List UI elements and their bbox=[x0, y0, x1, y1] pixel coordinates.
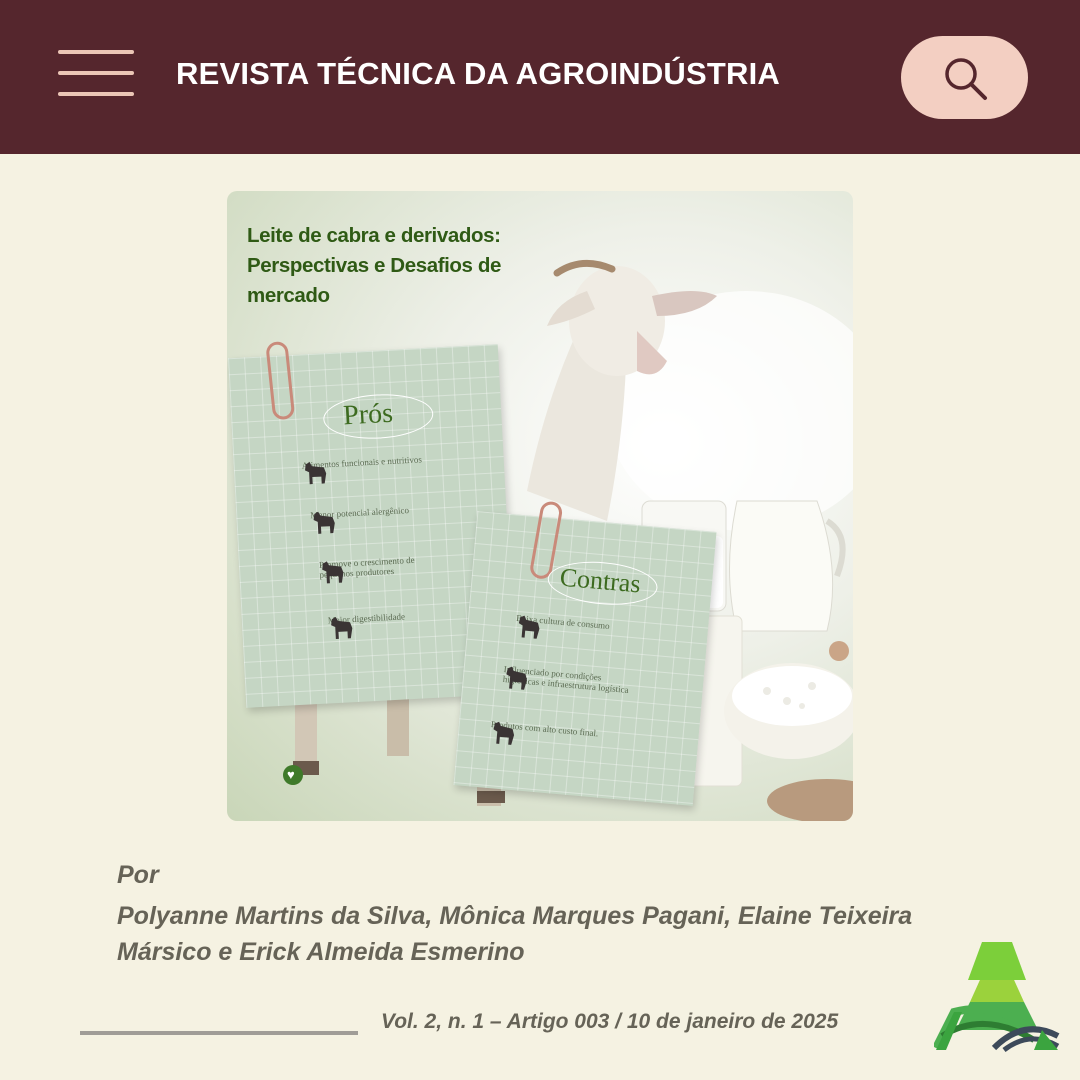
footer-divider bbox=[80, 1031, 358, 1035]
cover-title-line: mercado bbox=[247, 284, 330, 307]
journal-logo bbox=[934, 942, 1060, 1052]
heart-icon[interactable] bbox=[283, 765, 303, 785]
hamburger-menu-icon[interactable] bbox=[58, 48, 136, 98]
article-cover-image[interactable]: Leite de cabra e derivados: Perspectivas… bbox=[227, 191, 853, 821]
issue-info: Vol. 2, n. 1 – Artigo 003 / 10 de janeir… bbox=[381, 1010, 839, 1033]
pros-item: Alimentos funcionais e nutritivos bbox=[301, 454, 431, 485]
author-list: Polyanne Martins da Silva, Mônica Marque… bbox=[117, 902, 913, 966]
site-title[interactable]: REVISTA TÉCNICA DA AGROINDÚSTRIA bbox=[176, 56, 780, 92]
search-button[interactable] bbox=[901, 36, 1028, 119]
contras-item: Baixa cultura de consumo bbox=[516, 613, 646, 639]
pros-item: Promove o crescimento de pequenos produt… bbox=[319, 553, 450, 584]
menu-line bbox=[58, 71, 134, 75]
pros-heading: Prós bbox=[342, 397, 394, 432]
menu-line bbox=[58, 92, 134, 96]
menu-line bbox=[58, 50, 134, 54]
goat-icon bbox=[506, 666, 527, 690]
byline-label: Por bbox=[117, 861, 159, 889]
cover-title-line: Perspectivas e Desafios de bbox=[247, 254, 501, 277]
contras-card: Contras Baixa cultura de consumo Influen… bbox=[453, 499, 717, 806]
goat-icon bbox=[331, 617, 353, 640]
goat-icon bbox=[322, 561, 344, 584]
goat-icon bbox=[313, 511, 335, 534]
contras-item: Influenciado por condições higiênicas e … bbox=[502, 664, 633, 695]
goat-icon bbox=[493, 721, 515, 745]
top-header-bar: REVISTA TÉCNICA DA AGROINDÚSTRIA bbox=[0, 0, 1080, 154]
pros-item: Maior digestibilidade bbox=[328, 609, 458, 640]
goat-icon bbox=[304, 462, 327, 485]
contras-item: Produtos com alto custo final. bbox=[490, 719, 620, 745]
goat-icon bbox=[518, 615, 540, 639]
pros-item: Menor potencial alergênico bbox=[310, 503, 440, 534]
cover-title: Leite de cabra e derivados: Perspectivas… bbox=[247, 221, 577, 311]
search-icon bbox=[945, 58, 987, 100]
cover-title-line: Leite de cabra e derivados: bbox=[247, 224, 501, 247]
